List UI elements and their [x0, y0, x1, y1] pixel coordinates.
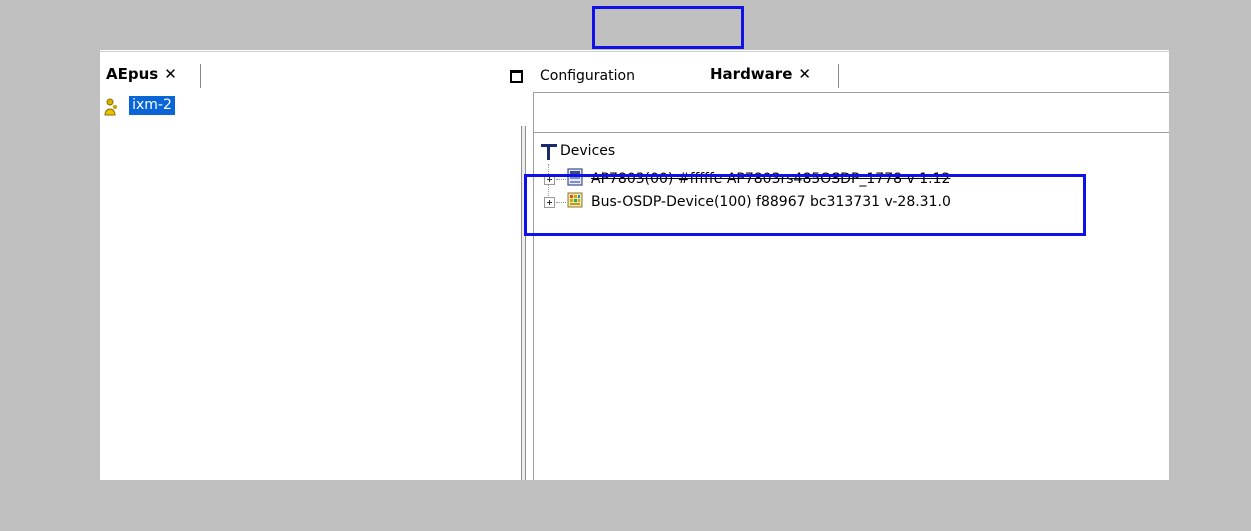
tab-aepus-label: AEpus: [106, 65, 159, 83]
close-icon[interactable]: ✕: [164, 65, 177, 83]
maximize-icon[interactable]: [510, 70, 523, 83]
tab-separator: [838, 64, 839, 88]
right-tab-bar: Configuration Hardware ✕: [530, 50, 1169, 94]
tab-aepus[interactable]: AEpus ✕: [106, 65, 177, 87]
user-icon: [104, 98, 120, 120]
highlight-box-device-list: [524, 174, 1086, 236]
app-window: AEpus ✕ ixm-2 Configuration Hardware ✕ Dev…: [100, 50, 1169, 480]
tab-hardware-label: Hardware: [710, 65, 793, 83]
devices-root-label: Devices: [560, 143, 616, 159]
tree-root-node[interactable]: ixm-2: [104, 96, 175, 116]
toolbar-area: [533, 92, 1169, 133]
close-icon[interactable]: ✕: [798, 65, 811, 83]
highlight-box-hardware-tab: [592, 6, 744, 49]
tab-hardware[interactable]: Hardware ✕: [710, 65, 811, 83]
devices-root-node[interactable]: Devices: [540, 142, 615, 160]
tree-root-label: ixm-2: [129, 96, 175, 115]
tab-separator: [200, 64, 201, 88]
network-root-icon: [541, 144, 557, 160]
tab-configuration[interactable]: Configuration: [540, 68, 635, 84]
